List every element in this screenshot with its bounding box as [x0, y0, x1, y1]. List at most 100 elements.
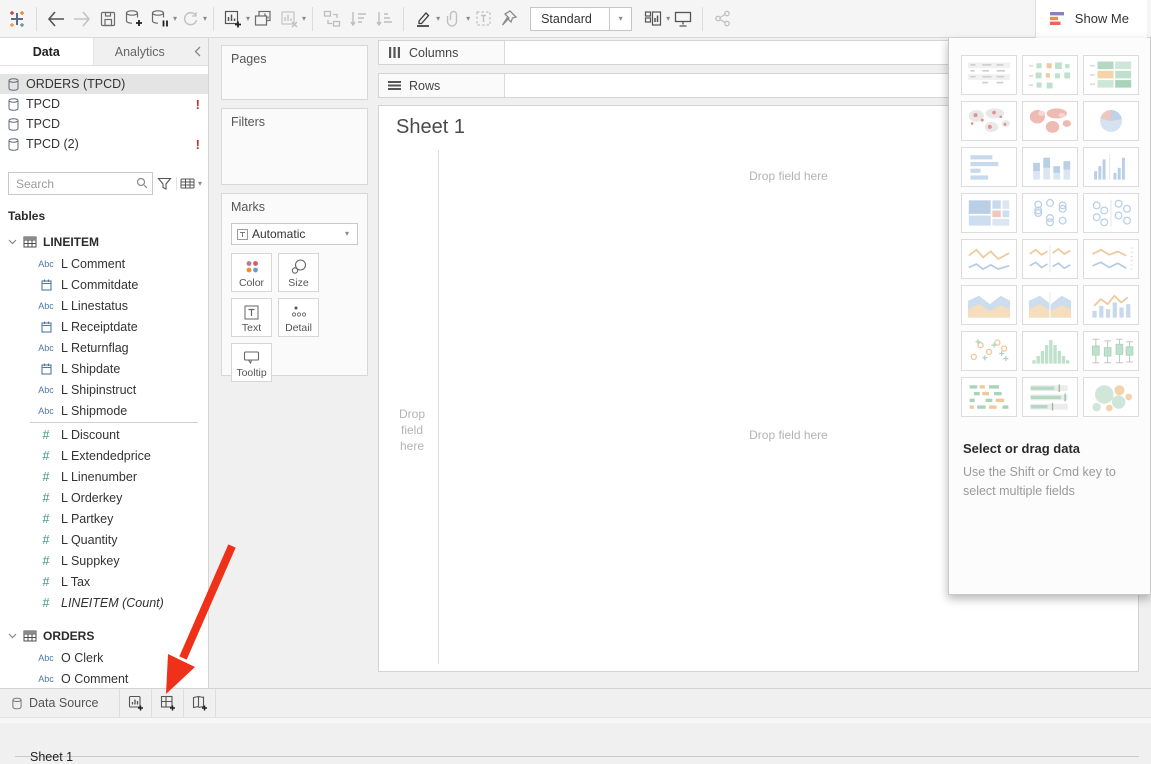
field-label: L Comment [61, 257, 125, 271]
field-item[interactable]: AbcL Shipmode [0, 400, 208, 421]
showme-continuous-area[interactable] [961, 285, 1017, 325]
cell-size-button[interactable] [640, 5, 666, 33]
tab-sheet-1[interactable]: Sheet 1 [15, 756, 1139, 757]
duplicate-sheet-button[interactable] [250, 5, 276, 33]
tab-data[interactable]: Data [0, 38, 94, 65]
showme-horizontal-bars[interactable] [961, 147, 1017, 187]
showme-bullet-graph[interactable] [1022, 377, 1078, 417]
color-button[interactable]: Color [231, 253, 272, 292]
calendar-icon [34, 279, 58, 291]
chevron-down-icon [8, 633, 17, 639]
filters-shelf[interactable]: Filters [221, 108, 368, 185]
chevron-down-icon: ▾ [198, 180, 202, 188]
collapse-pane-button[interactable] [186, 38, 208, 65]
showme-side-by-side-circles[interactable] [1083, 193, 1139, 233]
view-options-button[interactable]: ▾ [176, 177, 202, 190]
showme-dual-combination[interactable] [1083, 285, 1139, 325]
showme-text-table[interactable] [961, 55, 1017, 95]
field-item[interactable]: #L Linenumber [0, 466, 208, 487]
field-item[interactable]: #L Suppkey [0, 550, 208, 571]
database-icon [8, 138, 19, 151]
showme-filled-map[interactable] [1022, 101, 1078, 141]
datasource-item[interactable]: TPCD ! [0, 94, 208, 114]
field-item[interactable]: AbcO Clerk [0, 647, 208, 668]
showme-side-by-side-bars[interactable] [1083, 147, 1139, 187]
show-me-button[interactable]: Show Me [1035, 0, 1147, 38]
save-button[interactable] [95, 5, 121, 33]
fit-mode-select[interactable]: Standard ▾ [530, 7, 632, 31]
database-icon [8, 98, 19, 111]
search-icon [136, 177, 148, 189]
field-item[interactable]: #L Tax [0, 571, 208, 592]
tab-analytics[interactable]: Analytics [94, 38, 187, 65]
mark-type-select[interactable]: Automatic ▾ [231, 223, 358, 245]
field-item[interactable]: #L Quantity [0, 529, 208, 550]
field-item[interactable]: L Shipdate [0, 358, 208, 379]
detail-button[interactable]: Detail [278, 298, 319, 337]
text-button[interactable]: Text [231, 298, 272, 337]
chevron-down-icon[interactable]: ▾ [609, 8, 631, 30]
showme-histogram[interactable] [1022, 331, 1078, 371]
field-item[interactable]: #L Extendedprice [0, 445, 208, 466]
new-story-button[interactable] [184, 689, 216, 717]
field-item[interactable]: #L Discount [0, 424, 208, 445]
toolbar-separator [312, 7, 313, 31]
field-item[interactable]: AbcL Returnflag [0, 337, 208, 358]
field-item[interactable]: L Receiptdate [0, 316, 208, 337]
undo-button[interactable] [43, 5, 69, 33]
showme-circle-views[interactable] [1022, 193, 1078, 233]
size-button[interactable]: Size [278, 253, 319, 292]
showme-heat-map[interactable] [1022, 55, 1078, 95]
mark-btn-label: Text [242, 322, 261, 334]
field-label: O Clerk [61, 651, 103, 665]
showme-discrete-lines[interactable] [1083, 239, 1139, 279]
field-label: L Tax [61, 575, 90, 589]
showme-treemap[interactable] [961, 193, 1017, 233]
field-label: L Linenumber [61, 470, 137, 484]
showme-highlight-table[interactable] [1083, 55, 1139, 95]
field-item[interactable]: AbcL Comment [0, 253, 208, 274]
tab-data-source[interactable]: Data Source [0, 689, 120, 717]
new-worksheet-button[interactable] [220, 5, 246, 33]
pause-auto-updates-button[interactable] [147, 5, 173, 33]
field-item[interactable]: #L Orderkey [0, 487, 208, 508]
showme-box-and-whisker[interactable] [1083, 331, 1139, 371]
new-dashboard-button[interactable] [152, 689, 184, 717]
showme-discrete-area[interactable] [1022, 285, 1078, 325]
filter-fields-icon[interactable] [157, 176, 172, 191]
showme-pie-chart[interactable] [1083, 101, 1139, 141]
fix-axes-button[interactable] [496, 5, 522, 33]
search-input[interactable] [8, 172, 153, 195]
sheet-tab-label: Sheet 1 [30, 750, 73, 764]
presentation-mode-button[interactable] [670, 5, 696, 33]
field-item[interactable]: #L Partkey [0, 508, 208, 529]
table-group-name: LINEITEM [43, 235, 99, 249]
field-item[interactable]: AbcL Linestatus [0, 295, 208, 316]
table-group-orders[interactable]: ORDERS [0, 625, 208, 647]
table-group-name: ORDERS [43, 629, 94, 643]
tooltip-button[interactable]: Tooltip [231, 343, 272, 382]
datasource-item[interactable]: TPCD [0, 114, 208, 134]
datasource-item[interactable]: TPCD (2) ! [0, 134, 208, 154]
showme-packed-bubbles[interactable] [1083, 377, 1139, 417]
showme-gantt[interactable] [961, 377, 1017, 417]
showme-symbol-map[interactable] [961, 101, 1017, 141]
field-item[interactable]: AbcO Comment [0, 668, 208, 688]
redo-button[interactable] [69, 5, 95, 33]
showme-continuous-lines[interactable] [961, 239, 1017, 279]
showme-scatter-plot[interactable] [961, 331, 1017, 371]
chevron-down-icon[interactable]: ▾ [337, 224, 357, 244]
showme-stacked-bars[interactable] [1022, 147, 1078, 187]
field-item[interactable]: AbcL Shipinstruct [0, 379, 208, 400]
pages-shelf[interactable]: Pages [221, 45, 368, 100]
new-data-source-button[interactable] [121, 5, 147, 33]
detail-icon [291, 305, 307, 320]
row-header-drop-zone[interactable]: Drop field here [391, 406, 433, 455]
datasource-item[interactable]: ORDERS (TPCD) [0, 74, 208, 94]
highlight-button[interactable] [410, 5, 436, 33]
field-item[interactable]: L Commitdate [0, 274, 208, 295]
showme-dual-lines[interactable] [1022, 239, 1078, 279]
new-worksheet-tab-button[interactable] [120, 689, 152, 717]
field-item[interactable]: #LINEITEM (Count) [0, 592, 208, 613]
table-group-lineitem[interactable]: LINEITEM [0, 231, 208, 253]
